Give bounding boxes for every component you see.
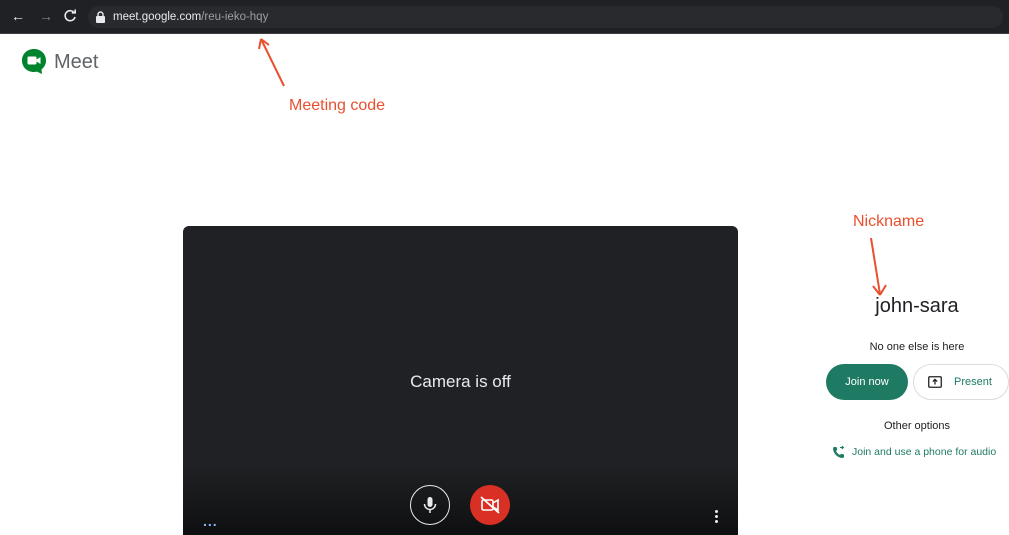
nickname-annotation: Nickname <box>853 213 925 230</box>
phone-icon <box>833 446 845 458</box>
meet-logo-icon <box>22 49 46 74</box>
app-title: Meet <box>54 51 99 73</box>
browser-toolbar: ← → meet.google.com/reu-ieko-hqy <box>0 0 1009 34</box>
user-nickname: john-sara <box>875 295 959 317</box>
camera-button[interactable] <box>470 485 510 525</box>
other-options-heading: Other options <box>883 420 951 432</box>
nickname-arrow <box>870 237 887 296</box>
address-bar[interactable]: meet.google.com/reu-ieko-hqy <box>88 6 1003 28</box>
phone-audio-label: Join and use a phone for audio <box>852 446 997 458</box>
meeting-code-arrow <box>258 38 285 87</box>
more-vert-icon[interactable] <box>710 510 722 526</box>
camera-off-icon <box>480 496 500 514</box>
video-preview: Camera is off ... <box>183 226 738 535</box>
reload-icon[interactable] <box>62 8 78 24</box>
camera-status: Camera is off <box>410 372 511 391</box>
url-host: meet.google.com <box>113 11 202 23</box>
present-screen-icon <box>928 376 942 388</box>
arrow-back-icon[interactable]: ← <box>10 8 26 24</box>
more-effects-icon[interactable]: ... <box>203 513 218 529</box>
microphone-icon <box>423 497 437 513</box>
present-label: Present <box>954 376 992 388</box>
present-button[interactable]: Present <box>913 364 1009 400</box>
meeting-code-annotation: Meeting code <box>289 97 386 114</box>
preview-controls-shade <box>183 465 738 535</box>
url-text: meet.google.com/reu-ieko-hqy <box>113 9 268 25</box>
meeting-status: No one else is here <box>869 341 965 353</box>
microphone-button[interactable] <box>410 485 450 525</box>
lock-icon <box>96 11 105 23</box>
join-now-button[interactable]: Join now <box>826 364 908 400</box>
arrow-forward-icon[interactable]: → <box>38 8 54 24</box>
url-path: /reu-ieko-hqy <box>201 11 269 23</box>
